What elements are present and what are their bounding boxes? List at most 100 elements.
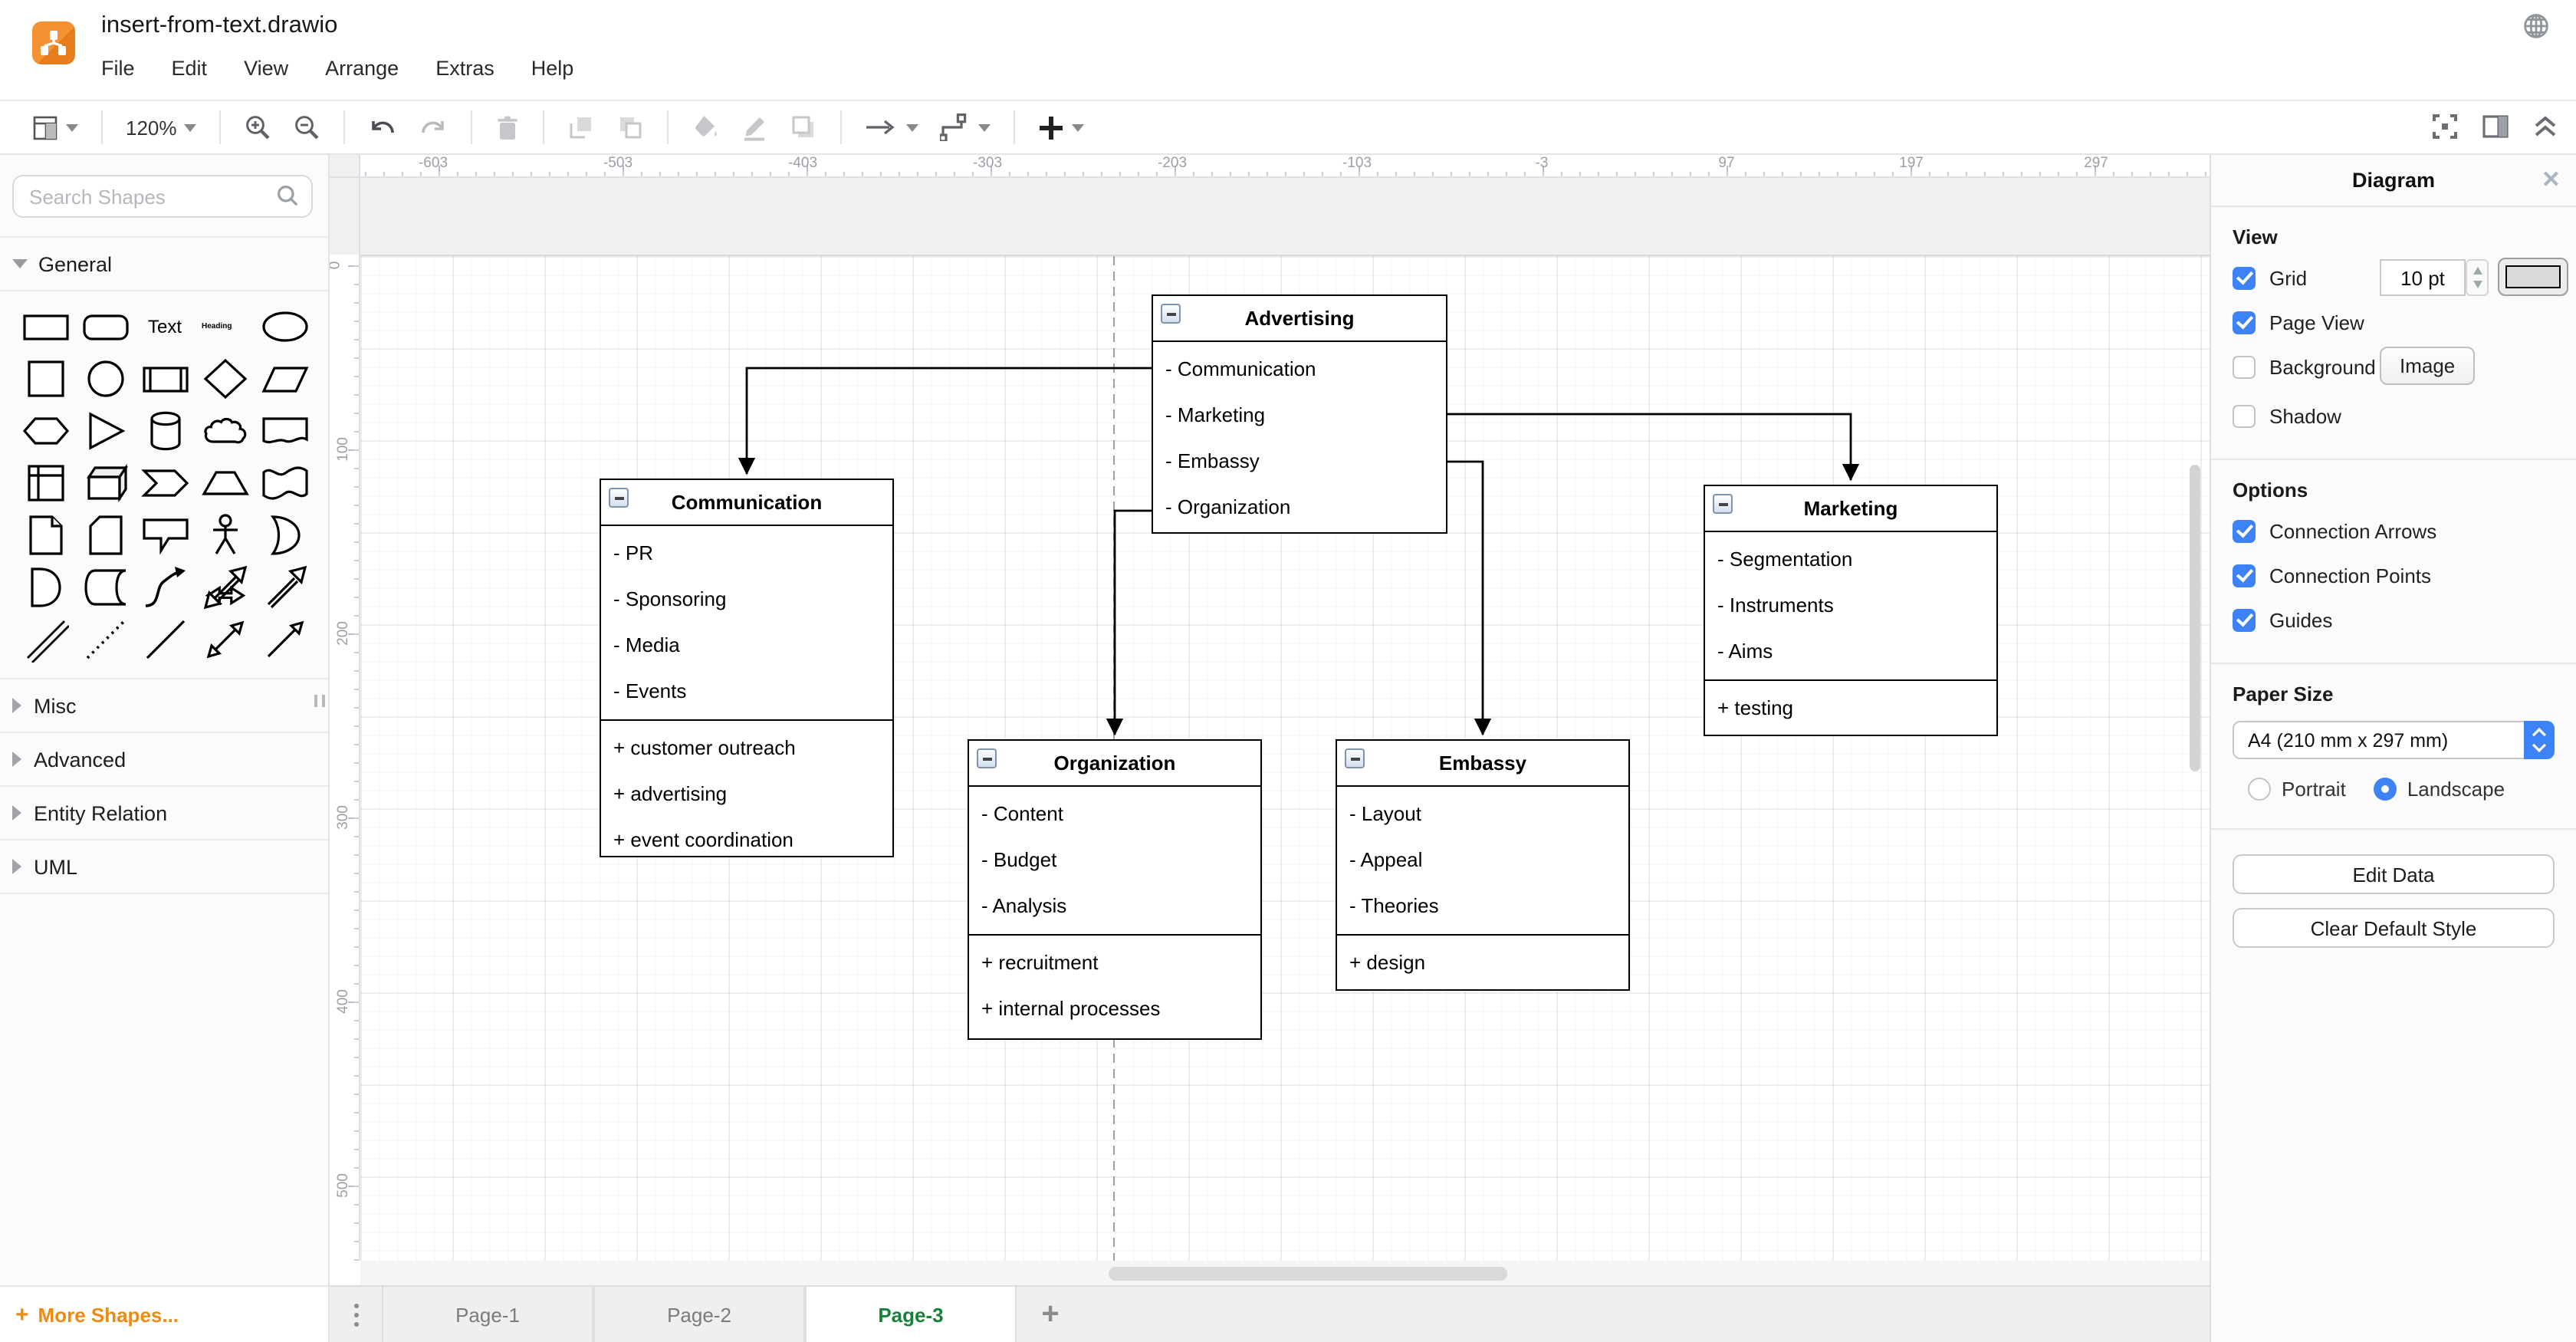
shape-parallelogram[interactable] — [255, 353, 314, 405]
language-globe-icon[interactable] — [2522, 12, 2550, 44]
menu-extras[interactable]: Extras — [435, 57, 495, 80]
sidebar-resize-handle[interactable] — [314, 695, 325, 707]
portrait-radio[interactable] — [2248, 778, 2271, 801]
collapse-icon[interactable] — [609, 488, 629, 508]
menu-file[interactable]: File — [101, 57, 135, 80]
shape-process[interactable] — [135, 353, 195, 405]
entity-attribute[interactable]: - Theories — [1337, 883, 1628, 929]
shape-bidirectional-connector[interactable] — [195, 613, 255, 666]
entity-method[interactable]: + advertising — [601, 771, 892, 817]
shadow-button[interactable] — [790, 113, 818, 141]
entity-attribute[interactable]: - Sponsoring — [601, 577, 892, 623]
delete-button[interactable] — [496, 114, 521, 140]
entity-attribute[interactable]: - Analysis — [969, 883, 1260, 929]
entity-attribute[interactable]: - Instruments — [1705, 583, 1996, 629]
entity-communication[interactable]: Communication - PR - Sponsoring - Media - Ev… — [600, 479, 894, 857]
grid-size-stepper[interactable] — [2466, 259, 2489, 296]
vertical-scrollbar[interactable] — [2190, 465, 2200, 771]
entity-attribute[interactable]: - Layout — [1337, 791, 1628, 837]
shape-rectangle[interactable] — [15, 301, 75, 353]
sidebar-section-misc[interactable]: Misc — [0, 679, 328, 733]
connector-advertising-marketing[interactable] — [1447, 413, 1860, 482]
shape-cylinder[interactable] — [135, 405, 195, 457]
shape-document[interactable] — [255, 405, 314, 457]
zoom-level-button[interactable]: 120% — [126, 116, 197, 139]
entity-attribute[interactable]: - Content — [969, 791, 1260, 837]
redo-button[interactable] — [419, 115, 449, 140]
shape-bidirectional-arrow[interactable] — [195, 561, 255, 613]
zoom-in-button[interactable] — [245, 113, 272, 141]
paper-size-select[interactable]: A4 (210 mm x 297 mm) — [2233, 721, 2555, 759]
entity-embassy[interactable]: Embassy - Layout - Appeal - Theories + desig… — [1336, 739, 1630, 991]
shape-data-storage[interactable] — [75, 561, 135, 613]
entity-method[interactable]: + event coordination — [601, 817, 892, 863]
grid-size-input[interactable] — [2380, 259, 2466, 296]
pages-menu-button[interactable] — [330, 1287, 382, 1342]
entity-attribute[interactable]: - Segmentation — [1705, 537, 1996, 583]
zoom-out-button[interactable] — [294, 113, 321, 141]
shape-rounded-rectangle[interactable] — [75, 301, 135, 353]
shape-curve-arrow[interactable] — [135, 561, 195, 613]
undo-button[interactable] — [369, 115, 398, 140]
menu-edit[interactable]: Edit — [172, 57, 208, 80]
shape-arrow[interactable] — [255, 561, 314, 613]
shape-card[interactable] — [75, 509, 135, 561]
landscape-radio[interactable] — [2373, 778, 2397, 801]
menu-view[interactable]: View — [244, 57, 288, 80]
connector-advertising-organization[interactable] — [1106, 509, 1152, 736]
background-checkbox[interactable] — [2233, 355, 2256, 378]
shape-cloud[interactable] — [195, 405, 255, 457]
grid-color-swatch[interactable] — [2498, 258, 2568, 296]
insert-button[interactable] — [1039, 114, 1085, 140]
shape-heading-textblock[interactable]: Heading — [195, 301, 255, 353]
entity-method[interactable]: + recruitment — [969, 940, 1260, 986]
collapse-toolbar-button[interactable] — [2533, 115, 2558, 143]
shape-diamond[interactable] — [195, 353, 255, 405]
shape-line[interactable] — [135, 613, 195, 666]
entity-attribute[interactable]: - Marketing — [1153, 393, 1446, 439]
grid-checkbox[interactable] — [2233, 266, 2256, 289]
shape-triangle[interactable] — [75, 405, 135, 457]
sidebar-section-entity-relation[interactable]: Entity Relation — [0, 787, 328, 840]
shape-text[interactable]: Text — [135, 301, 195, 353]
line-color-button[interactable] — [741, 113, 769, 141]
shape-hexagon[interactable] — [15, 405, 75, 457]
entity-attribute[interactable]: - Aims — [1705, 629, 1996, 675]
page-view-button[interactable] — [32, 114, 78, 140]
clear-default-style-button[interactable]: Clear Default Style — [2233, 908, 2555, 948]
entity-attribute[interactable]: - Appeal — [1337, 837, 1628, 883]
collapse-icon[interactable] — [1713, 494, 1733, 514]
sidebar-section-advanced[interactable]: Advanced — [0, 733, 328, 787]
to-front-button[interactable] — [568, 113, 596, 141]
horizontal-scrollbar-thumb[interactable] — [1109, 1267, 1507, 1281]
shadow-checkbox[interactable] — [2233, 404, 2256, 427]
search-input[interactable] — [12, 175, 313, 218]
more-shapes-button[interactable]: + More Shapes... — [0, 1285, 330, 1342]
entity-method[interactable]: + testing — [1705, 686, 1996, 732]
shape-double-line[interactable] — [15, 613, 75, 666]
page-tab-page-3[interactable]: Page-3 — [805, 1287, 1017, 1342]
shape-cube[interactable] — [75, 457, 135, 509]
sidebar-section-general[interactable]: General — [0, 238, 328, 291]
entity-method[interactable]: + customer outreach — [601, 725, 892, 771]
fullscreen-button[interactable] — [2432, 113, 2458, 144]
shape-tape[interactable] — [255, 457, 314, 509]
shape-callout[interactable] — [135, 509, 195, 561]
entity-method[interactable]: + internal processes — [969, 986, 1260, 1032]
connection-style-button[interactable] — [866, 118, 919, 137]
entity-marketing[interactable]: Marketing - Segmentation - Instruments - Ai… — [1704, 485, 1998, 736]
format-panel-toggle-button[interactable] — [2482, 115, 2509, 143]
shape-step[interactable] — [135, 457, 195, 509]
entity-attribute[interactable]: - Budget — [969, 837, 1260, 883]
connector-advertising-embassy[interactable] — [1447, 460, 1492, 736]
entity-attribute[interactable]: - Embassy — [1153, 439, 1446, 485]
sidebar-section-uml[interactable]: UML — [0, 840, 328, 894]
shape-trapezoid[interactable] — [195, 457, 255, 509]
shape-note[interactable] — [15, 509, 75, 561]
horizontal-scrollbar-track[interactable] — [360, 1261, 2210, 1285]
to-back-button[interactable] — [617, 113, 645, 141]
collapse-icon[interactable] — [977, 748, 997, 768]
menu-help[interactable]: Help — [531, 57, 574, 80]
shape-or[interactable] — [255, 509, 314, 561]
menu-arrange[interactable]: Arrange — [325, 57, 399, 80]
